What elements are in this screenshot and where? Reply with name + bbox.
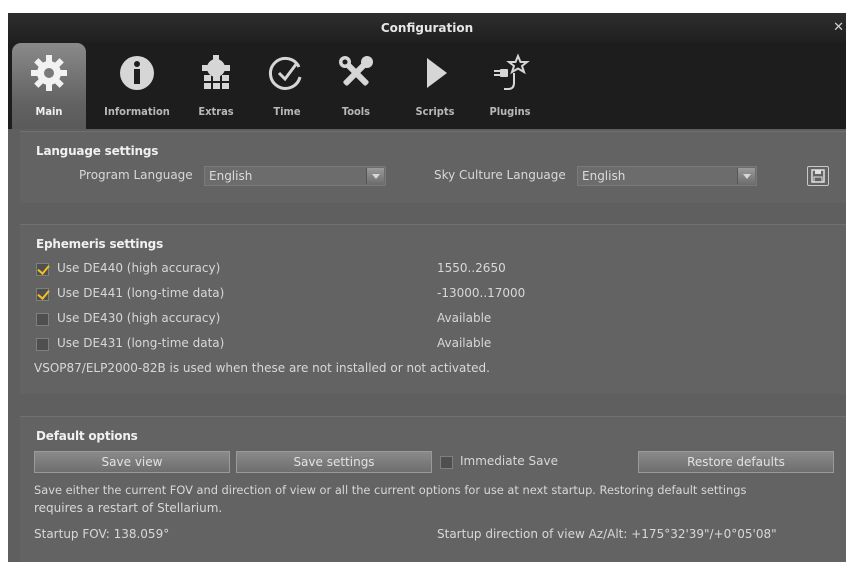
gear-grid-icon [202,55,230,89]
info-icon [120,56,154,90]
sky-culture-language-value: English [582,169,626,183]
program-language-value: English [209,169,253,183]
de431-status: Available [437,336,492,350]
tab-time[interactable]: Time [258,43,316,129]
tab-label: Tools [341,105,371,118]
ephemeris-note: VSOP87/ELP2000-82B is used when these ar… [34,361,490,375]
tab-label: Main [35,105,63,118]
chevron-down-icon [737,168,755,184]
default-options-description-cont: requires a restart of Stellarium. [34,501,223,515]
tab-label: Extras [198,105,234,118]
tab-label: Plugins [489,105,531,118]
default-options-description: Save either the current FOV and directio… [34,483,747,497]
program-language-select[interactable]: English [204,166,386,186]
de431-label[interactable]: Use DE431 (long-time data) [57,336,224,350]
window-title: Configuration [380,21,474,35]
immediate-save-label[interactable]: Immediate Save [460,454,558,468]
restore-defaults-button[interactable]: Restore defaults [638,451,834,473]
ephemeris-settings-panel: Ephemeris settings Use DE440 (high accur… [20,224,846,394]
tab-tools[interactable]: Tools [326,43,386,129]
title-bar[interactable]: Configuration ✕ [8,13,846,43]
tab-main[interactable]: Main [12,43,86,129]
clock-icon [268,56,302,90]
de441-range: -13000..17000 [437,286,526,300]
de440-checkbox[interactable] [36,263,49,276]
immediate-save-checkbox[interactable] [440,456,453,469]
de430-checkbox[interactable] [36,313,49,326]
tab-scripts[interactable]: Scripts [404,43,466,129]
language-settings-panel: Language settings Program Language Engli… [20,131,846,203]
de441-checkbox[interactable] [36,288,49,301]
floppy-icon [811,169,825,183]
tab-label: Scripts [415,105,455,118]
default-options-title: Default options [36,429,138,443]
plugin-icon [494,53,530,90]
save-view-button[interactable]: Save view [34,451,230,473]
configuration-window: Configuration ✕ Main Information Extras … [8,13,846,562]
default-options-panel: Default options Save view Save settings … [20,416,846,562]
de440-range: 1550..2650 [437,261,506,275]
tab-information[interactable]: Information [94,43,180,129]
sky-culture-language-select[interactable]: English [577,166,757,186]
tools-icon [339,56,373,86]
sky-culture-language-label: Sky Culture Language [434,168,566,182]
tab-plugins[interactable]: Plugins [478,43,542,129]
tab-label: Information [104,105,170,118]
save-language-button[interactable] [807,166,829,186]
de441-label[interactable]: Use DE441 (long-time data) [57,286,224,300]
de430-status: Available [437,311,492,325]
play-icon [427,58,447,88]
de440-label[interactable]: Use DE440 (high accuracy) [57,261,220,275]
ephemeris-settings-title: Ephemeris settings [36,237,164,251]
startup-fov: Startup FOV: 138.059° [34,527,170,541]
tab-bar: Main Information Extras Time Tools Scrip… [8,43,846,129]
gear-icon [31,55,67,91]
save-settings-button[interactable]: Save settings [236,451,432,473]
close-icon[interactable]: ✕ [833,13,844,43]
tab-label: Time [273,105,301,118]
program-language-label: Program Language [79,168,193,182]
de430-label[interactable]: Use DE430 (high accuracy) [57,311,220,325]
tab-extras[interactable]: Extras [184,43,248,129]
language-settings-title: Language settings [36,144,159,158]
de431-checkbox[interactable] [36,338,49,351]
chevron-down-icon [366,168,384,184]
startup-direction: Startup direction of view Az/Alt: +175°3… [437,527,777,541]
